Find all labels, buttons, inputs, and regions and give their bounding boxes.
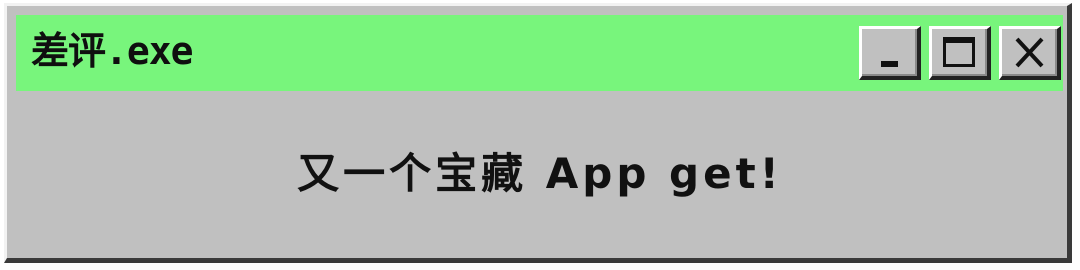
title-bar[interactable]: 差评.exe	[16, 15, 1063, 91]
minimize-icon	[881, 61, 898, 67]
maximize-button[interactable]	[929, 26, 991, 80]
maximize-icon	[943, 37, 975, 67]
close-icon	[1015, 37, 1044, 68]
window-message: 又一个宝藏 App get!	[297, 149, 783, 198]
window-controls	[859, 26, 1061, 80]
window-title: 差评.exe	[31, 29, 194, 73]
minimize-button[interactable]	[859, 26, 921, 80]
app-window: 差评.exe	[4, 3, 1072, 263]
close-button[interactable]	[999, 26, 1061, 80]
